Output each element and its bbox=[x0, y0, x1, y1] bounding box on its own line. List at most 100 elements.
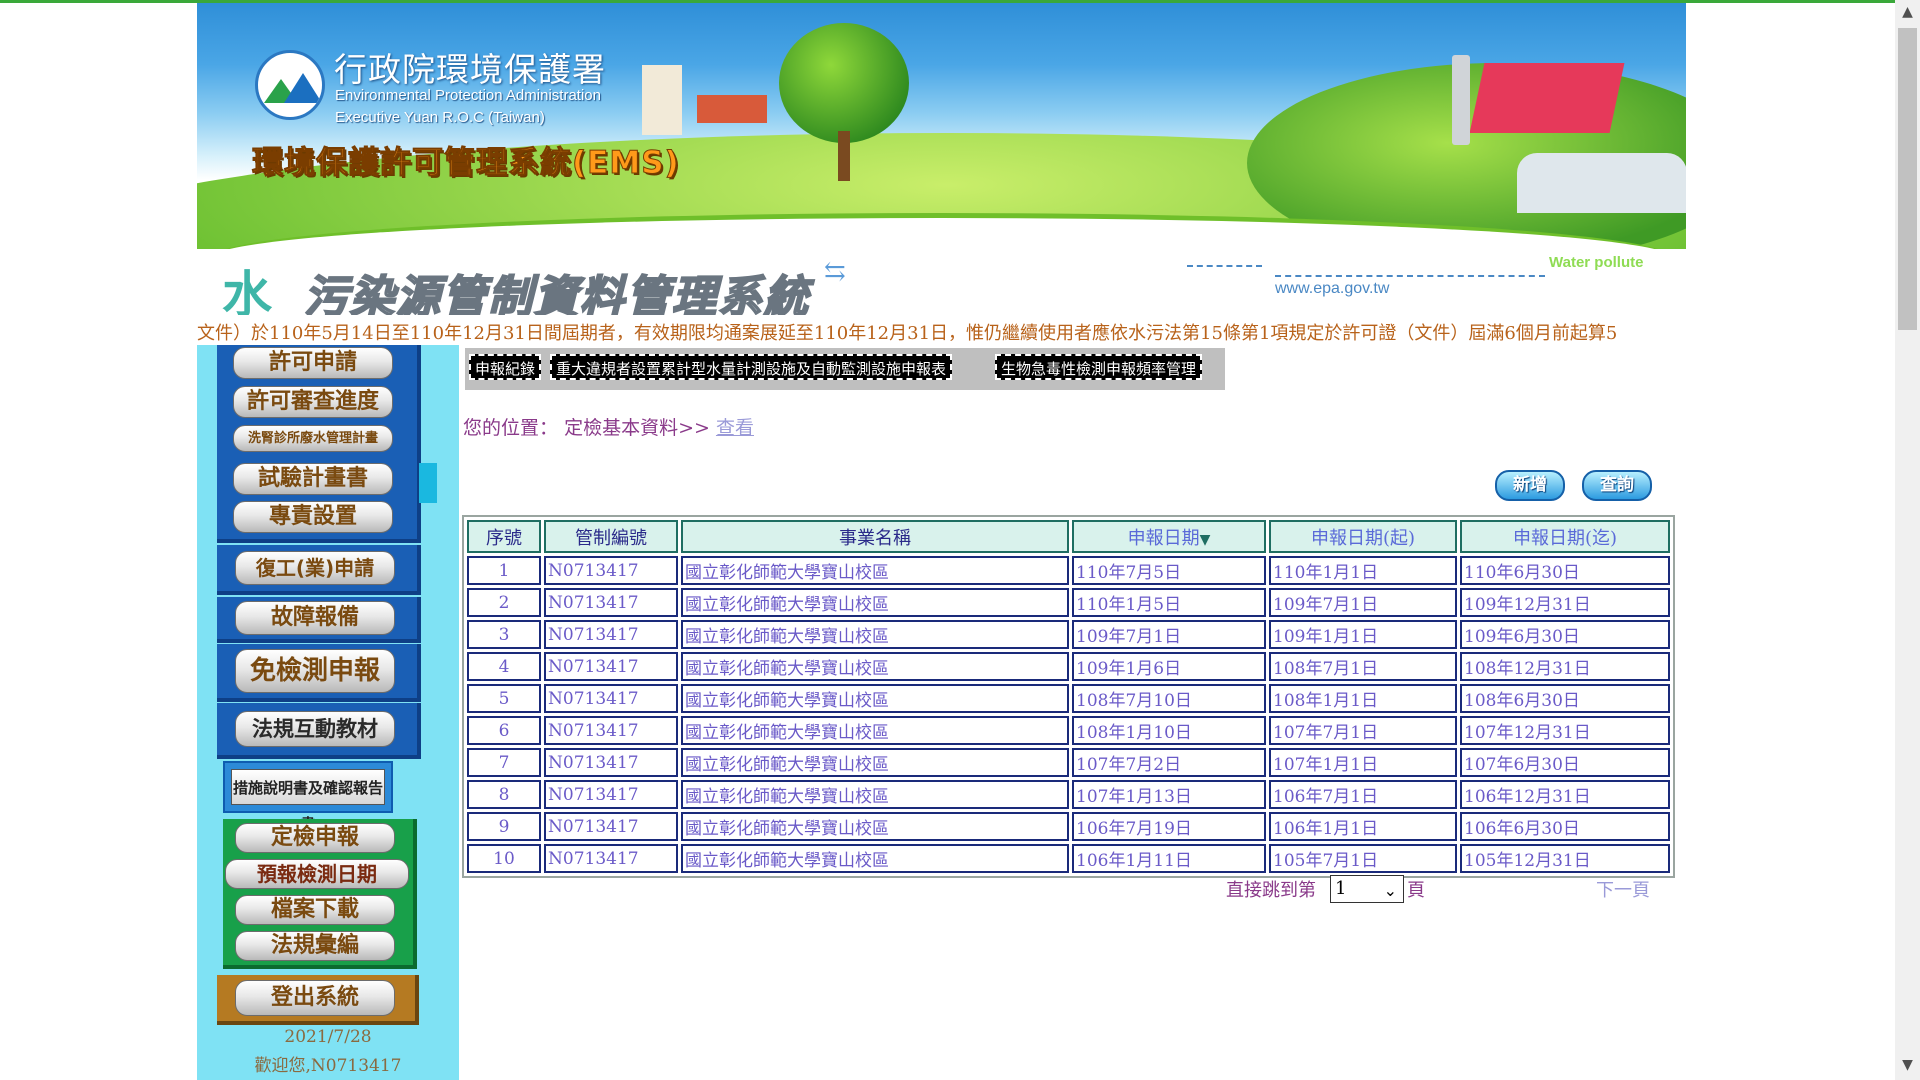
table-row[interactable]: 5 N0713417 國立彰化師範大學寶山校區 108年7月10日 108年1月1日 10… bbox=[467, 684, 1670, 713]
cell-date-start[interactable]: 107年7月1日 bbox=[1269, 716, 1457, 745]
cell-report-date[interactable]: 108年7月10日 bbox=[1072, 684, 1266, 713]
cell-report-date[interactable]: 107年7月2日 bbox=[1072, 748, 1266, 777]
table-row[interactable]: 6 N0713417 國立彰化師範大學寶山校區 108年1月10日 107年7月1日 10… bbox=[467, 716, 1670, 745]
cell-control-no[interactable]: N0713417 bbox=[544, 556, 678, 585]
table-row[interactable]: 9 N0713417 國立彰化師範大學寶山校區 106年7月19日 106年1月1日 10… bbox=[467, 812, 1670, 841]
cell-report-date[interactable]: 106年1月11日 bbox=[1072, 844, 1266, 873]
factory-icon bbox=[1469, 63, 1625, 133]
cell-business-name[interactable]: 國立彰化師範大學寶山校區 bbox=[681, 588, 1069, 617]
cell-date-end[interactable]: 109年6月30日 bbox=[1460, 620, 1670, 649]
table-row[interactable]: 4 N0713417 國立彰化師範大學寶山校區 109年1月6日 108年7月1日 108… bbox=[467, 652, 1670, 681]
table-row[interactable]: 8 N0713417 國立彰化師範大學寶山校區 107年1月13日 106年7月1日 10… bbox=[467, 780, 1670, 809]
cell-date-end[interactable]: 108年6月30日 bbox=[1460, 684, 1670, 713]
table-row[interactable]: 3 N0713417 國立彰化師範大學寶山校區 109年7月1日 109年1月1日 109… bbox=[467, 620, 1670, 649]
cell-date-end[interactable]: 106年12月31日 bbox=[1460, 780, 1670, 809]
col-header-seq: 序號 bbox=[467, 520, 541, 553]
cell-business-name[interactable]: 國立彰化師範大學寶山校區 bbox=[681, 556, 1069, 585]
cell-date-start[interactable]: 105年7月1日 bbox=[1269, 844, 1457, 873]
cell-business-name[interactable]: 國立彰化師範大學寶山校區 bbox=[681, 844, 1069, 873]
cell-business-name[interactable]: 國立彰化師範大學寶山校區 bbox=[681, 652, 1069, 681]
cell-business-name[interactable]: 國立彰化師範大學寶山校區 bbox=[681, 748, 1069, 777]
cell-report-date[interactable]: 110年1月5日 bbox=[1072, 588, 1266, 617]
cell-control-no[interactable]: N0713417 bbox=[544, 588, 678, 617]
cell-business-name[interactable]: 國立彰化師範大學寶山校區 bbox=[681, 780, 1069, 809]
menu-forecast-date[interactable]: 預報檢測日期 bbox=[225, 859, 409, 889]
cell-control-no[interactable]: N0713417 bbox=[544, 684, 678, 713]
tab-report-record[interactable]: 申報紀錄 bbox=[469, 354, 542, 380]
cell-business-name[interactable]: 國立彰化師範大學寶山校區 bbox=[681, 716, 1069, 745]
menu-inspection-report[interactable]: 定檢申報 bbox=[235, 823, 395, 853]
menu-file-download[interactable]: 檔案下載 bbox=[235, 895, 395, 925]
cell-report-date[interactable]: 106年7月19日 bbox=[1072, 812, 1266, 841]
cell-date-end[interactable]: 107年6月30日 bbox=[1460, 748, 1670, 777]
chevron-up-icon[interactable]: ▲ bbox=[1895, 0, 1920, 25]
cell-date-start[interactable]: 107年1月1日 bbox=[1269, 748, 1457, 777]
table-row[interactable]: 7 N0713417 國立彰化師範大學寶山校區 107年7月2日 107年1月1日 107… bbox=[467, 748, 1670, 777]
col-header-date-start[interactable]: 申報日期(起) bbox=[1269, 520, 1457, 553]
cell-date-end[interactable]: 107年12月31日 bbox=[1460, 716, 1670, 745]
table-row[interactable]: 10 N0713417 國立彰化師範大學寶山校區 106年1月11日 105年7月1日 1… bbox=[467, 844, 1670, 873]
menu-group-fault: 故障報備 bbox=[217, 597, 421, 643]
menu-permit-apply[interactable]: 許可申請 bbox=[233, 347, 393, 379]
tab-toxicity-frequency[interactable]: 生物急毒性檢測申報頻率管理 bbox=[995, 354, 1203, 380]
cell-business-name[interactable]: 國立彰化師範大學寶山校區 bbox=[681, 812, 1069, 841]
menu-dedicated-staff[interactable]: 專責設置 bbox=[233, 501, 393, 533]
header-banner: 行政院環境保護署 Environmental Protection Admini… bbox=[197, 3, 1686, 249]
cell-date-end[interactable]: 109年12月31日 bbox=[1460, 588, 1670, 617]
cell-report-date[interactable]: 107年1月13日 bbox=[1072, 780, 1266, 809]
cell-date-start[interactable]: 109年1月1日 bbox=[1269, 620, 1457, 649]
cell-date-start[interactable]: 106年1月1日 bbox=[1269, 812, 1457, 841]
menu-regulation-course[interactable]: 法規互動教材 bbox=[235, 711, 395, 747]
cell-date-start[interactable]: 109年7月1日 bbox=[1269, 588, 1457, 617]
measure-report-button[interactable]: 措施說明書及確認報告書 bbox=[223, 761, 393, 833]
cell-date-start[interactable]: 106年7月1日 bbox=[1269, 780, 1457, 809]
cell-control-no[interactable]: N0713417 bbox=[544, 844, 678, 873]
cell-seq: 4 bbox=[467, 652, 541, 681]
house-icon bbox=[697, 95, 767, 123]
table-row[interactable]: 1 N0713417 國立彰化師範大學寶山校區 110年7月5日 110年1月1日 110… bbox=[467, 556, 1670, 585]
menu-regulation-compilation[interactable]: 法規彙編 bbox=[235, 931, 395, 961]
sort-desc-icon: ▼ bbox=[1199, 531, 1211, 548]
cell-business-name[interactable]: 國立彰化師範大學寶山校區 bbox=[681, 684, 1069, 713]
page-select[interactable]: 1 ⌄ bbox=[1330, 875, 1404, 903]
menu-dialysis-wastewater[interactable]: 洗腎診所廢水管理計畫 bbox=[233, 425, 393, 452]
cell-control-no[interactable]: N0713417 bbox=[544, 652, 678, 681]
sidebar: 許可申請 許可審查進度 洗腎診所廢水管理計畫 試驗計畫書 專責設置 復工(業)申… bbox=[197, 345, 459, 1080]
cell-date-end[interactable]: 108年12月31日 bbox=[1460, 652, 1670, 681]
col-header-date-end[interactable]: 申報日期(迄) bbox=[1460, 520, 1670, 553]
cell-report-date[interactable]: 110年7月5日 bbox=[1072, 556, 1266, 585]
tab-major-violator[interactable]: 重大違規者設置累計型水量計測設施及自動監測設施申報表 bbox=[550, 354, 953, 380]
cell-date-start[interactable]: 110年1月1日 bbox=[1269, 556, 1457, 585]
cell-date-end[interactable]: 106年6月30日 bbox=[1460, 812, 1670, 841]
cell-date-end[interactable]: 105年12月31日 bbox=[1460, 844, 1670, 873]
cell-control-no[interactable]: N0713417 bbox=[544, 716, 678, 745]
col-header-report-date[interactable]: 申報日期▼ bbox=[1072, 520, 1266, 553]
cell-business-name[interactable]: 國立彰化師範大學寶山校區 bbox=[681, 620, 1069, 649]
cell-control-no[interactable]: N0713417 bbox=[544, 780, 678, 809]
menu-resume-apply[interactable]: 復工(業)申請 bbox=[235, 551, 395, 585]
next-page-link[interactable]: 下一頁 bbox=[1596, 876, 1650, 902]
vertical-scrollbar[interactable]: ▲ ▼ bbox=[1895, 0, 1920, 1080]
cell-date-start[interactable]: 108年7月1日 bbox=[1269, 652, 1457, 681]
cell-control-no[interactable]: N0713417 bbox=[544, 812, 678, 841]
cell-control-no[interactable]: N0713417 bbox=[544, 748, 678, 777]
cell-report-date[interactable]: 109年1月6日 bbox=[1072, 652, 1266, 681]
logout-button[interactable]: 登出系統 bbox=[235, 980, 395, 1016]
cell-date-start[interactable]: 108年1月1日 bbox=[1269, 684, 1457, 713]
menu-test-plan[interactable]: 試驗計畫書 bbox=[233, 463, 393, 495]
add-button[interactable]: 新增 bbox=[1495, 470, 1565, 501]
cell-date-end[interactable]: 110年6月30日 bbox=[1460, 556, 1670, 585]
breadcrumb-view-link[interactable]: 查看 bbox=[716, 417, 754, 439]
agency-name: 行政院環境保護署 bbox=[334, 50, 606, 89]
query-button[interactable]: 查詢 bbox=[1582, 470, 1652, 501]
menu-permit-progress[interactable]: 許可審查進度 bbox=[233, 386, 393, 418]
cell-control-no[interactable]: N0713417 bbox=[544, 620, 678, 649]
menu-fault-report[interactable]: 故障報備 bbox=[235, 601, 395, 635]
report-table: 序號 管制編號 事業名稱 申報日期▼ 申報日期(起) 申報日期(迄) 1 N071… bbox=[462, 515, 1675, 878]
scrollbar-thumb[interactable] bbox=[1898, 28, 1917, 330]
cell-report-date[interactable]: 109年7月1日 bbox=[1072, 620, 1266, 649]
table-row[interactable]: 2 N0713417 國立彰化師範大學寶山校區 110年1月5日 109年7月1日 109… bbox=[467, 588, 1670, 617]
cell-report-date[interactable]: 108年1月10日 bbox=[1072, 716, 1266, 745]
chevron-down-icon[interactable]: ▼ bbox=[1895, 1053, 1920, 1078]
menu-exempt-report[interactable]: 免檢測申報 bbox=[235, 649, 395, 693]
